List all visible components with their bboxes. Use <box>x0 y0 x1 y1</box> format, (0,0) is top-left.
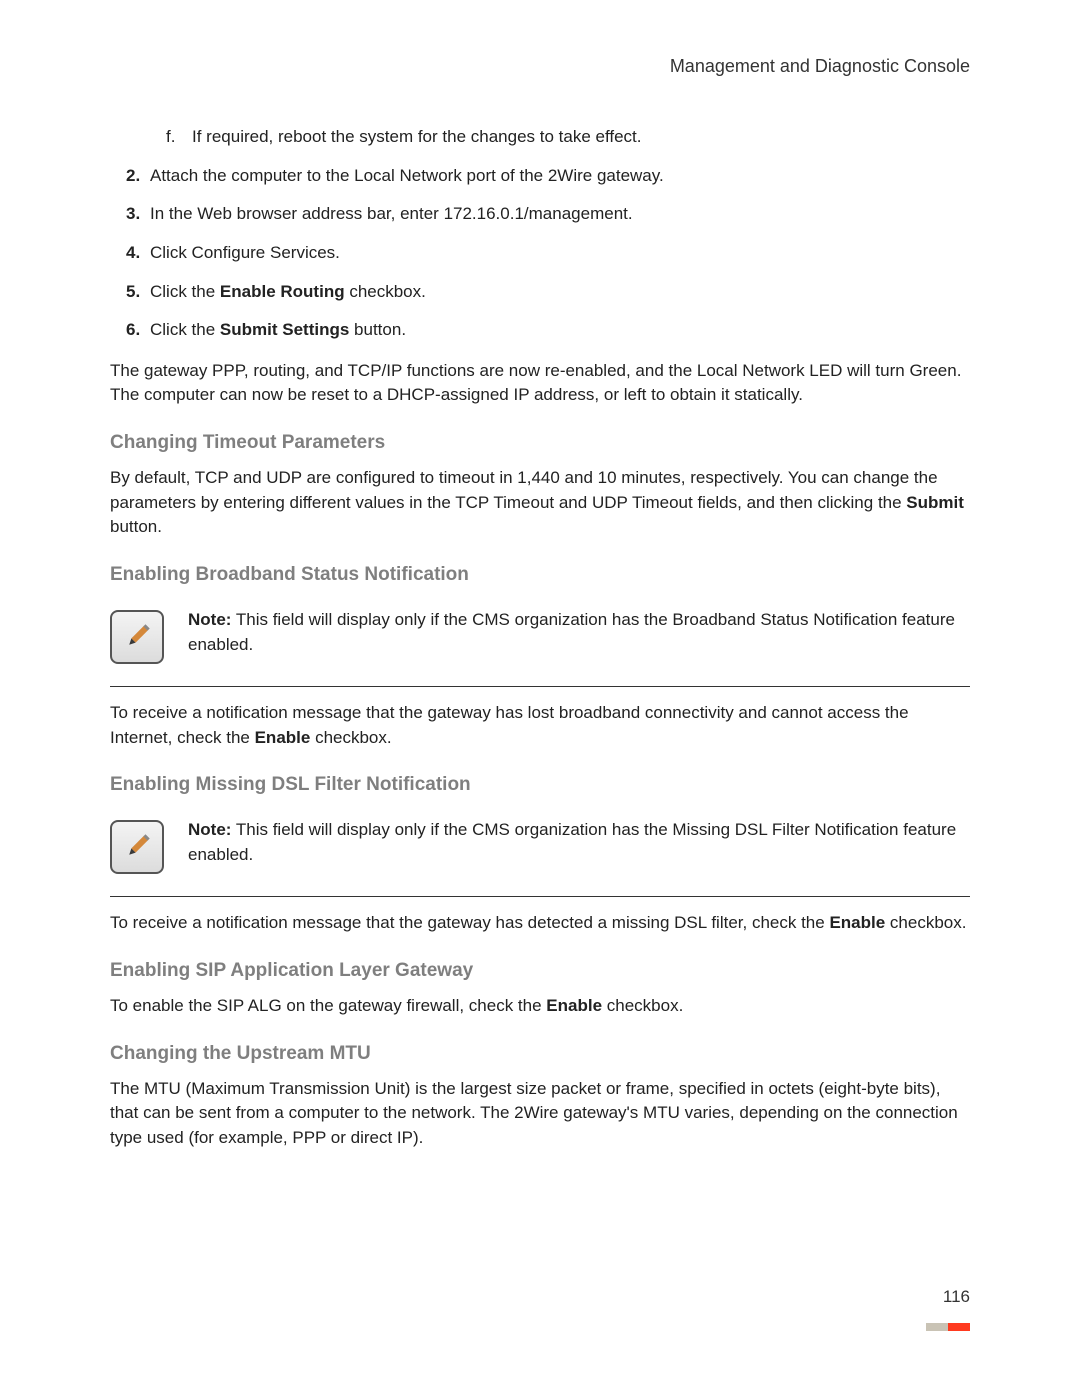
pencil-icon <box>121 831 153 863</box>
step-4-number: 4. <box>126 241 150 266</box>
step-3-number: 3. <box>126 202 150 227</box>
timeout-pre: By default, TCP and UDP are configured t… <box>110 468 938 512</box>
timeout-paragraph: By default, TCP and UDP are configured t… <box>110 466 970 540</box>
timeout-post: button. <box>110 517 162 536</box>
step-4: 4.Click Configure Services. <box>126 241 970 266</box>
step-2-number: 2. <box>126 164 150 189</box>
document-page: Management and Diagnostic Console f.If r… <box>0 0 1080 1397</box>
dslfilter-paragraph: To receive a notification message that t… <box>110 911 970 936</box>
page-header-title: Management and Diagnostic Console <box>110 56 970 77</box>
sip-post: checkbox. <box>602 996 683 1015</box>
substep-f-marker: f. <box>166 125 192 150</box>
dslfilter-pre: To receive a notification message that t… <box>110 913 829 932</box>
sip-bold: Enable <box>546 996 602 1015</box>
heading-sip: Enabling SIP Application Layer Gateway <box>110 960 970 982</box>
step-6-number: 6. <box>126 318 150 343</box>
note-broadband: Note: This field will display only if th… <box>110 598 970 678</box>
note-dslfilter-body: This field will display only if the CMS … <box>188 820 956 864</box>
footer-accent-stripe <box>926 1323 970 1331</box>
footer-stripe-seg1 <box>926 1323 948 1331</box>
step-3-text: In the Web browser address bar, enter 17… <box>150 204 633 223</box>
step-2-text: Attach the computer to the Local Network… <box>150 166 664 185</box>
step-6-bold: Submit Settings <box>220 320 349 339</box>
substep-f: f.If required, reboot the system for the… <box>166 125 970 150</box>
heading-broadband: Enabling Broadband Status Notification <box>110 564 970 586</box>
dslfilter-post: checkbox. <box>885 913 966 932</box>
step-5-pre: Click the <box>150 282 220 301</box>
note-broadband-body: This field will display only if the CMS … <box>188 610 955 654</box>
heading-dslfilter: Enabling Missing DSL Filter Notification <box>110 774 970 796</box>
step-3: 3.In the Web browser address bar, enter … <box>126 202 970 227</box>
note-dslfilter: Note: This field will display only if th… <box>110 808 970 888</box>
footer-stripe-seg2 <box>948 1323 970 1331</box>
note-dslfilter-text: Note: This field will display only if th… <box>188 818 970 867</box>
pencil-icon <box>121 621 153 653</box>
page-number: 116 <box>943 1287 970 1307</box>
substep-f-text: If required, reboot the system for the c… <box>192 127 642 146</box>
broadband-pre: To receive a notification message that t… <box>110 703 909 747</box>
sip-paragraph: To enable the SIP ALG on the gateway fir… <box>110 994 970 1019</box>
timeout-bold: Submit <box>906 493 964 512</box>
step-4-text: Click Configure Services. <box>150 243 340 262</box>
pencil-note-icon <box>110 610 164 664</box>
step-2: 2.Attach the computer to the Local Netwo… <box>126 164 970 189</box>
sip-pre: To enable the SIP ALG on the gateway fir… <box>110 996 546 1015</box>
heading-mtu: Changing the Upstream MTU <box>110 1043 970 1065</box>
dslfilter-bold: Enable <box>829 913 885 932</box>
broadband-post: checkbox. <box>310 728 391 747</box>
divider-dslfilter <box>110 896 970 897</box>
pencil-note-icon <box>110 820 164 874</box>
broadband-paragraph: To receive a notification message that t… <box>110 701 970 750</box>
step-6: 6.Click the Submit Settings button. <box>126 318 970 343</box>
step-5: 5.Click the Enable Routing checkbox. <box>126 280 970 305</box>
gateway-paragraph: The gateway PPP, routing, and TCP/IP fun… <box>110 359 970 408</box>
broadband-bold: Enable <box>255 728 311 747</box>
step-5-number: 5. <box>126 280 150 305</box>
mtu-paragraph: The MTU (Maximum Transmission Unit) is t… <box>110 1077 970 1151</box>
step-6-pre: Click the <box>150 320 220 339</box>
note-broadband-text: Note: This field will display only if th… <box>188 608 970 657</box>
heading-timeout: Changing Timeout Parameters <box>110 432 970 454</box>
step-5-post: checkbox. <box>345 282 426 301</box>
divider-broadband <box>110 686 970 687</box>
note-broadband-label: Note: <box>188 610 231 629</box>
note-dslfilter-label: Note: <box>188 820 231 839</box>
step-5-bold: Enable Routing <box>220 282 345 301</box>
step-6-post: button. <box>349 320 406 339</box>
